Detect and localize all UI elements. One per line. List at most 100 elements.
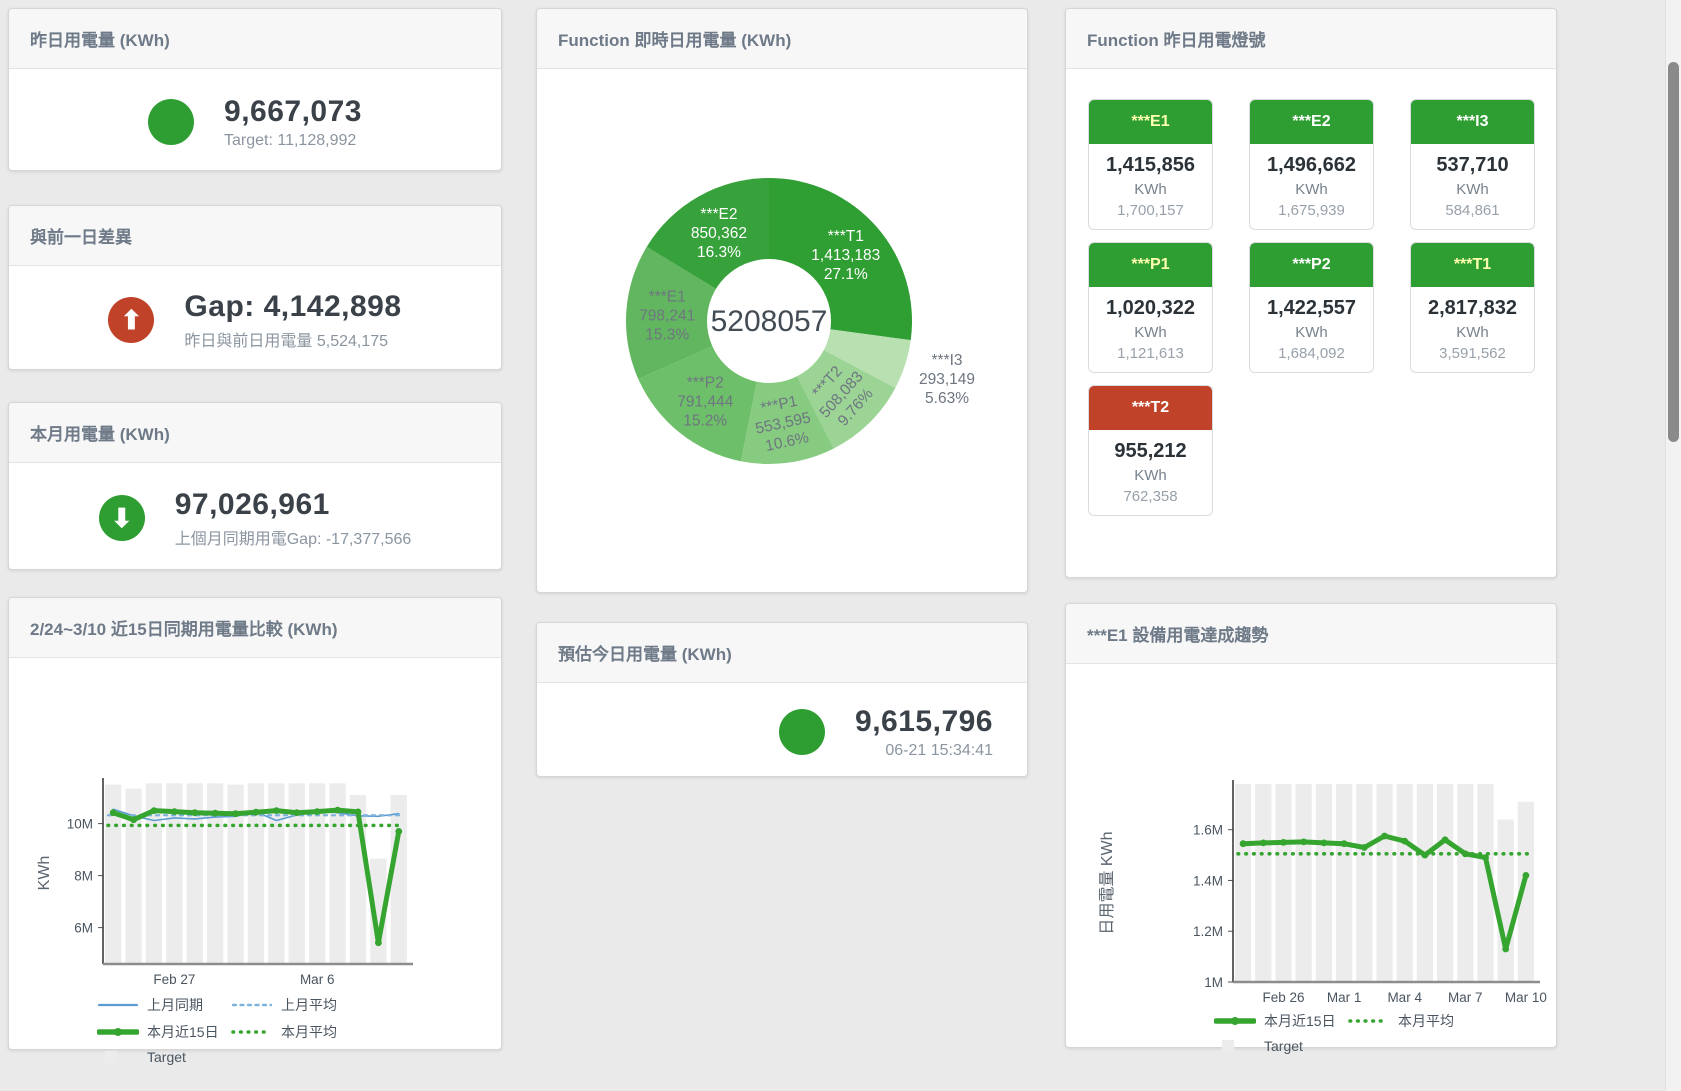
arrow-down-circle-icon: ⬇ <box>99 495 145 541</box>
card-title: 與前一日差異 <box>30 228 132 247</box>
yesterday-usage-target: Target: 11,128,992 <box>224 132 362 150</box>
tile-label: ***T1 <box>1411 243 1534 287</box>
legend-item-Target[interactable]: Target <box>1214 1038 1348 1054</box>
y-tick-label: 6M <box>74 921 93 936</box>
legend-label: 上月同期 <box>147 995 203 1015</box>
y-axis-title: KWh <box>36 856 53 891</box>
target-bar <box>1417 784 1433 982</box>
card-title: 2/24~3/10 近15日同期用電量比較 (KWh) <box>30 620 338 639</box>
target-bar <box>1376 784 1392 982</box>
month-usage-gap: 上個月同期用電Gap: -17,377,566 <box>175 525 412 549</box>
arrow-up-icon: ⬆ <box>121 307 143 333</box>
card-day-gap: 與前一日差異 ⬆ Gap: 4,142,898 昨日與前日用電量 5,524,1… <box>8 205 502 370</box>
card-header: 昨日用電量 (KWh) <box>9 9 501 69</box>
x-tick-label: Feb 26 <box>1262 990 1304 1004</box>
y-tick-label: 10M <box>67 817 93 832</box>
target-bar <box>391 795 407 964</box>
legend-item-Target[interactable]: Target <box>97 1049 231 1065</box>
legend-swatch-line-icon <box>97 998 139 1012</box>
legend-swatch-dots-icon <box>231 1025 273 1039</box>
light-tile-E2[interactable]: ***E2 1,496,662 KWh 1,675,939 <box>1249 99 1374 230</box>
tile-target: 3,591,562 <box>1415 345 1530 362</box>
legend-label: 上月平均 <box>281 995 337 1015</box>
x-tick-label: Feb 27 <box>153 972 195 987</box>
legend-swatch-thick-icon <box>1214 1014 1256 1028</box>
card-e1-trend: ***E1 設備用電達成趨勢 1M1.2M1.4M1.6MFeb 26Mar 1… <box>1065 603 1557 1048</box>
light-tile-P2[interactable]: ***P21,422,557KWh1,684,092 <box>1249 242 1374 373</box>
card-title: Function 即時日用電量 (KWh) <box>558 31 791 50</box>
x-tick-label: Mar 4 <box>1387 990 1422 1004</box>
target-bar <box>1397 784 1413 982</box>
tile-value: 1,422,557 <box>1254 297 1369 320</box>
legend-item-本月近15日[interactable]: 本月近15日 <box>1214 1011 1348 1031</box>
arrow-down-icon: ⬇ <box>111 505 133 531</box>
legend-label: 本月平均 <box>1398 1011 1454 1031</box>
compare-line-chart: 6M 8M 10M Feb 27 Mar 6 KWh <box>9 658 501 993</box>
trend-legend: 本月近15日 本月平均 Target <box>1214 1011 1524 1061</box>
y-tick-label: 1.4M <box>1193 873 1223 888</box>
legend-item-上月平均[interactable]: 上月平均 <box>231 995 365 1015</box>
legend-item-上月同期[interactable]: 上月同期 <box>97 995 231 1015</box>
tile-value: 537,710 <box>1415 154 1530 177</box>
donut-center-total: 5208057 <box>711 305 828 338</box>
tile-unit: KWh <box>1254 181 1369 198</box>
scrollbar-thumb[interactable] <box>1668 62 1679 442</box>
target-bar <box>1498 820 1514 983</box>
legend-item-本月平均[interactable]: 本月平均 <box>1348 1011 1482 1031</box>
target-bar <box>1356 784 1372 982</box>
compare-legend: 上月同期 上月平均本月近15日 本月平均 Target <box>97 995 397 1072</box>
card-realtime-donut: Function 即時日用電量 (KWh) 5208057***T11,413,… <box>536 8 1028 593</box>
x-tick-label: Mar 6 <box>300 972 335 987</box>
target-bar <box>1275 784 1291 982</box>
tile-target: 1,700,157 <box>1093 202 1208 219</box>
tile-target: 762,358 <box>1093 488 1208 505</box>
target-bar <box>1336 784 1352 982</box>
yesterday-usage-value: 9,667,073 <box>224 95 362 129</box>
light-tile-I3[interactable]: ***I3537,710KWh584,861 <box>1410 99 1535 230</box>
y-tick-label: 1M <box>1204 975 1223 990</box>
target-bar <box>1255 784 1271 982</box>
estimate-timestamp: 06-21 15:34:41 <box>855 742 993 760</box>
legend-label: 本月平均 <box>281 1022 337 1042</box>
card-yesterday-usage: 昨日用電量 (KWh) 9,667,073 Target: 11,128,992 <box>8 8 502 171</box>
tile-label: ***P2 <box>1250 243 1373 287</box>
target-bar <box>1235 784 1251 982</box>
light-tile-E1[interactable]: ***E11,415,856KWh1,700,157 <box>1088 99 1213 230</box>
legend-swatch-square-icon <box>1214 1039 1256 1053</box>
tile-unit: KWh <box>1093 324 1208 341</box>
month-usage-value: 97,026,961 <box>175 488 412 522</box>
tile-unit: KWh <box>1093 467 1208 484</box>
card-header: ***E1 設備用電達成趨勢 <box>1066 604 1556 664</box>
light-tile-T2[interactable]: ***T2955,212KWh762,358 <box>1088 385 1213 516</box>
tile-label: ***P1 <box>1089 243 1212 287</box>
legend-item-本月近15日[interactable]: 本月近15日 <box>97 1022 231 1042</box>
x-tick-label: Mar 7 <box>1448 990 1483 1004</box>
y-tick-label: 8M <box>74 869 93 884</box>
tile-label: ***I3 <box>1411 100 1534 144</box>
realtime-donut-chart: 5208057***T11,413,18327.1%***I3293,1495.… <box>537 69 1027 598</box>
status-circle-green-icon <box>148 99 194 145</box>
day-gap-subtitle: 昨日與前日用電量 5,524,175 <box>184 327 401 351</box>
tile-value: 1,020,322 <box>1093 297 1208 320</box>
x-tick-label: Mar 1 <box>1327 990 1362 1004</box>
card-compare-chart: 2/24~3/10 近15日同期用電量比較 (KWh) 6M 8M 10M Feb 2… <box>8 597 502 1050</box>
target-bar <box>1437 784 1453 982</box>
legend-item-本月平均[interactable]: 本月平均 <box>231 1022 365 1042</box>
card-month-usage: 本月用電量 (KWh) ⬇ 97,026,961 上個月同期用電Gap: -17… <box>8 402 502 570</box>
legend-swatch-dash-icon <box>231 998 273 1012</box>
tile-target: 1,675,939 <box>1254 202 1369 219</box>
tile-value: 955,212 <box>1093 440 1208 463</box>
estimate-value: 9,615,796 <box>855 705 993 739</box>
legend-label: Target <box>1264 1038 1303 1054</box>
legend-label: Target <box>147 1049 186 1065</box>
tile-label: ***E2 <box>1250 100 1373 144</box>
scrollbar-track[interactable] <box>1665 0 1681 1091</box>
card-title: Function 昨日用電燈號 <box>1087 31 1265 50</box>
card-estimate-today: 預估今日用電量 (KWh) 9,615,796 06-21 15:34:41 <box>536 622 1028 777</box>
tile-value: 1,496,662 <box>1254 154 1369 177</box>
light-tile-P1[interactable]: ***P11,020,322KWh1,121,613 <box>1088 242 1213 373</box>
arrow-up-circle-icon: ⬆ <box>108 297 154 343</box>
tile-target: 584,861 <box>1415 202 1530 219</box>
light-tile-T1[interactable]: ***T12,817,832KWh3,591,562 <box>1410 242 1535 373</box>
legend-swatch-dots-icon <box>1348 1014 1390 1028</box>
